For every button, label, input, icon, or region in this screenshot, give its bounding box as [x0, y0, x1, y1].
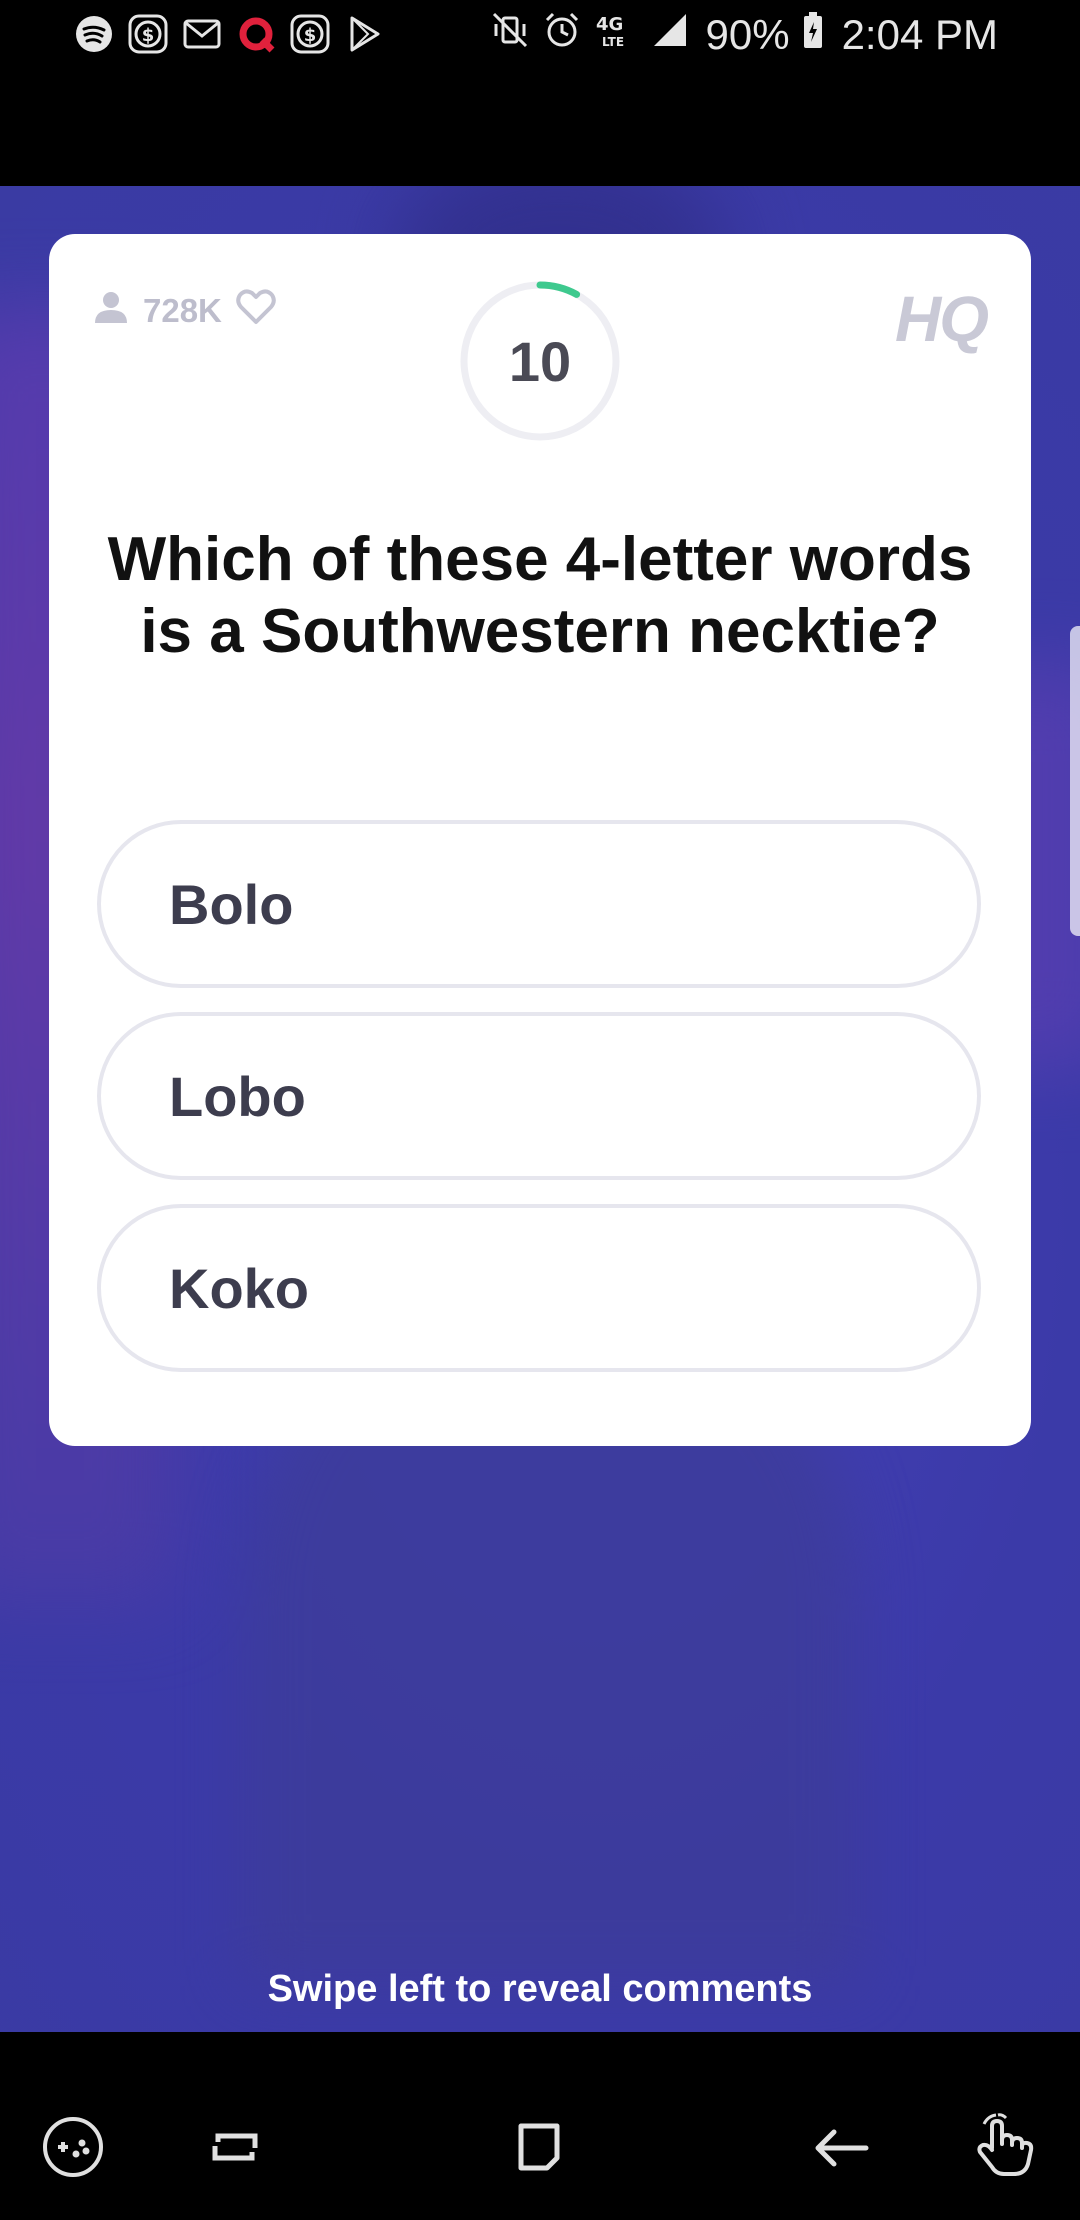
viewer-count-label: 728K [143, 292, 222, 329]
notification-icons: $ $ [74, 14, 384, 54]
clock: 2:04 PM [841, 11, 998, 58]
answer-option-1[interactable]: Bolo [97, 820, 981, 988]
svg-text:LTE: LTE [602, 35, 624, 49]
comments-drawer-handle[interactable] [1070, 626, 1080, 936]
hq-logo: HQ [895, 283, 989, 355]
question-card: 728K 10 HQ Which of these 4-letter words… [49, 234, 1031, 1446]
alarm-icon [542, 10, 582, 60]
recents-icon[interactable] [200, 2112, 270, 2182]
home-icon[interactable] [503, 2112, 573, 2182]
svg-text:$: $ [142, 25, 155, 46]
timer-seconds: 10 [508, 329, 572, 393]
battery-percent: 90% [705, 11, 790, 58]
system-status: 4G LTE 90% 2:04 PM [490, 10, 998, 60]
swipe-hint: Swipe left to reveal comments [267, 1968, 813, 2010]
cashapp-icon: $ [128, 14, 168, 54]
heart-icon[interactable] [236, 289, 276, 333]
person-icon [93, 289, 129, 333]
countdown-timer: 10 [459, 280, 621, 442]
theq-icon [236, 14, 276, 54]
vibrate-mute-icon [490, 10, 530, 60]
mail-icon [182, 14, 222, 54]
signal-icon [650, 10, 690, 60]
one-hand-icon[interactable] [970, 2112, 1040, 2182]
svg-text:$: $ [304, 25, 317, 46]
svg-text:4G: 4G [596, 14, 623, 35]
game-tools-icon[interactable] [38, 2112, 108, 2182]
play-store-icon [344, 14, 384, 54]
question-text: Which of these 4-letter words is a South… [107, 525, 973, 666]
network-type-icon: 4G LTE [594, 10, 638, 60]
viewer-count: 728K [93, 289, 276, 333]
back-icon[interactable] [806, 2112, 876, 2182]
battery-icon [802, 10, 824, 60]
answer-option-2[interactable]: Lobo [97, 1012, 981, 1180]
status-bar: $ $ 4G LTE 90% 2:04 PM [0, 0, 1080, 74]
cashapp-icon: $ [290, 14, 330, 54]
answer-option-3[interactable]: Koko [97, 1204, 981, 1372]
spotify-icon [74, 14, 114, 54]
